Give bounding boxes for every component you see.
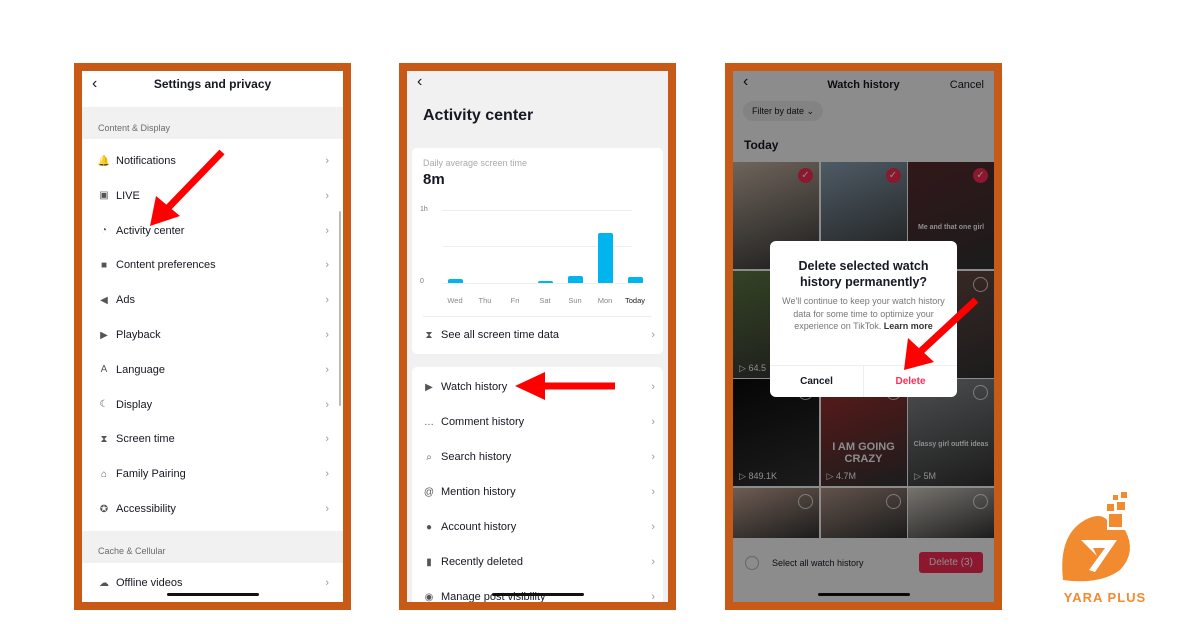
arrow-to-delete [917, 297, 979, 355]
yara-plus-logo: YARA PLUS [1055, 490, 1155, 605]
arrow-head [515, 372, 545, 400]
annotation-arrows [150, 149, 979, 400]
logo-text: YARA PLUS [1063, 590, 1147, 605]
arrow-to-activity-center [163, 149, 225, 213]
logo-mark [1062, 492, 1130, 582]
